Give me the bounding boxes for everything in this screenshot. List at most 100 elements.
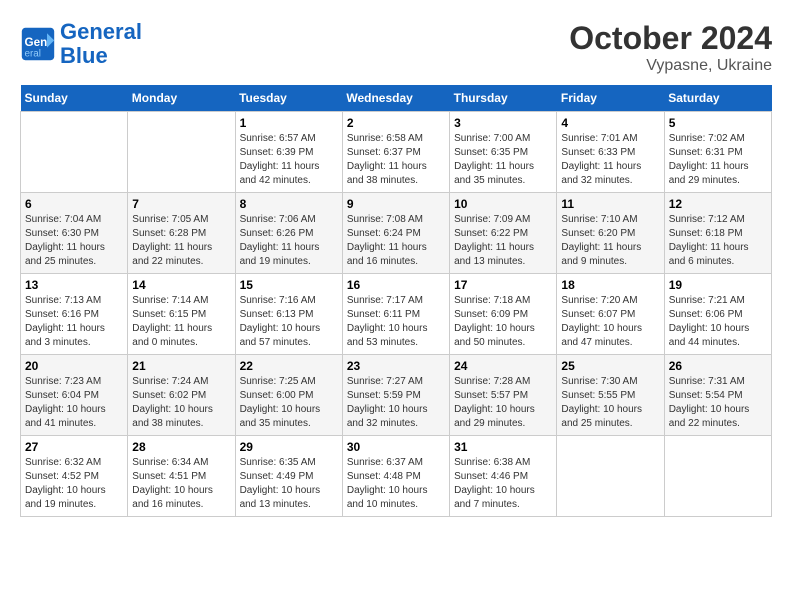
calendar-cell: 30 Sunrise: 6:37 AM Sunset: 4:48 PM Dayli… bbox=[342, 436, 449, 517]
logo-text: General Blue bbox=[60, 20, 142, 68]
weekday-header-row: SundayMondayTuesdayWednesdayThursdayFrid… bbox=[21, 85, 772, 112]
day-number: 2 bbox=[347, 116, 445, 130]
day-detail: Sunrise: 7:12 AM Sunset: 6:18 PM Dayligh… bbox=[669, 213, 767, 269]
calendar-cell: 29 Sunrise: 6:35 AM Sunset: 4:49 PM Dayli… bbox=[235, 436, 342, 517]
weekday-wednesday: Wednesday bbox=[342, 85, 449, 112]
day-number: 14 bbox=[132, 278, 230, 292]
calendar-cell: 4 Sunrise: 7:01 AM Sunset: 6:33 PM Daylig… bbox=[557, 112, 664, 193]
day-number: 31 bbox=[454, 440, 552, 454]
svg-text:eral: eral bbox=[25, 49, 41, 60]
calendar-cell: 1Sunrise: 6:57 AM Sunset: 6:39 PM Daylig… bbox=[235, 112, 342, 193]
calendar-cell: 28Sunrise: 6:34 AM Sunset: 4:51 PM Dayli… bbox=[128, 436, 235, 517]
weekday-saturday: Saturday bbox=[664, 85, 771, 112]
day-number: 4 bbox=[561, 116, 659, 130]
day-detail: Sunrise: 7:04 AM Sunset: 6:30 PM Dayligh… bbox=[25, 213, 123, 269]
day-detail: Sunrise: 7:05 AM Sunset: 6:28 PM Dayligh… bbox=[132, 213, 230, 269]
day-number: 15 bbox=[240, 278, 338, 292]
calendar-cell: 25 Sunrise: 7:30 AM Sunset: 5:55 PM Dayli… bbox=[557, 355, 664, 436]
day-detail: Sunrise: 7:00 AM Sunset: 6:35 PM Dayligh… bbox=[454, 132, 552, 188]
day-number: 18 bbox=[561, 278, 659, 292]
weekday-monday: Monday bbox=[128, 85, 235, 112]
day-detail: Sunrise: 7:17 AM Sunset: 6:11 PM Dayligh… bbox=[347, 294, 445, 350]
day-number: 5 bbox=[669, 116, 767, 130]
day-detail: Sunrise: 7:20 AM Sunset: 6:07 PM Dayligh… bbox=[561, 294, 659, 350]
day-number: 7 bbox=[132, 197, 230, 211]
calendar-cell bbox=[128, 112, 235, 193]
day-detail: Sunrise: 7:06 AM Sunset: 6:26 PM Dayligh… bbox=[240, 213, 338, 269]
week-row-2: 6 Sunrise: 7:04 AM Sunset: 6:30 PM Daylig… bbox=[21, 193, 772, 274]
day-detail: Sunrise: 7:08 AM Sunset: 6:24 PM Dayligh… bbox=[347, 213, 445, 269]
location: Vypasne, Ukraine bbox=[569, 57, 772, 75]
week-row-5: 27Sunrise: 6:32 AM Sunset: 4:52 PM Dayli… bbox=[21, 436, 772, 517]
day-number: 16 bbox=[347, 278, 445, 292]
calendar-cell: 31 Sunrise: 6:38 AM Sunset: 4:46 PM Dayli… bbox=[450, 436, 557, 517]
calendar-cell: 18 Sunrise: 7:20 AM Sunset: 6:07 PM Dayli… bbox=[557, 274, 664, 355]
day-detail: Sunrise: 6:38 AM Sunset: 4:46 PM Dayligh… bbox=[454, 456, 552, 512]
day-number: 19 bbox=[669, 278, 767, 292]
logo-icon: Gen eral bbox=[20, 26, 56, 62]
month-year: October 2024 bbox=[569, 20, 772, 57]
calendar-cell bbox=[664, 436, 771, 517]
calendar-cell: 5Sunrise: 7:02 AM Sunset: 6:31 PM Daylig… bbox=[664, 112, 771, 193]
calendar-cell: 24 Sunrise: 7:28 AM Sunset: 5:57 PM Dayli… bbox=[450, 355, 557, 436]
calendar-cell: 27Sunrise: 6:32 AM Sunset: 4:52 PM Dayli… bbox=[21, 436, 128, 517]
week-row-4: 20 Sunrise: 7:23 AM Sunset: 6:04 PM Dayli… bbox=[21, 355, 772, 436]
day-detail: Sunrise: 7:14 AM Sunset: 6:15 PM Dayligh… bbox=[132, 294, 230, 350]
day-number: 11 bbox=[561, 197, 659, 211]
day-number: 30 bbox=[347, 440, 445, 454]
calendar-cell: 16 Sunrise: 7:17 AM Sunset: 6:11 PM Dayli… bbox=[342, 274, 449, 355]
day-detail: Sunrise: 7:28 AM Sunset: 5:57 PM Dayligh… bbox=[454, 375, 552, 431]
calendar-cell: 6 Sunrise: 7:04 AM Sunset: 6:30 PM Daylig… bbox=[21, 193, 128, 274]
day-number: 22 bbox=[240, 359, 338, 373]
day-number: 10 bbox=[454, 197, 552, 211]
day-detail: Sunrise: 7:09 AM Sunset: 6:22 PM Dayligh… bbox=[454, 213, 552, 269]
week-row-3: 13 Sunrise: 7:13 AM Sunset: 6:16 PM Dayli… bbox=[21, 274, 772, 355]
day-number: 3 bbox=[454, 116, 552, 130]
day-detail: Sunrise: 7:30 AM Sunset: 5:55 PM Dayligh… bbox=[561, 375, 659, 431]
day-number: 13 bbox=[25, 278, 123, 292]
weekday-sunday: Sunday bbox=[21, 85, 128, 112]
day-detail: Sunrise: 6:58 AM Sunset: 6:37 PM Dayligh… bbox=[347, 132, 445, 188]
svg-text:Gen: Gen bbox=[25, 36, 48, 49]
day-number: 12 bbox=[669, 197, 767, 211]
calendar-cell: 15 Sunrise: 7:16 AM Sunset: 6:13 PM Dayli… bbox=[235, 274, 342, 355]
day-number: 29 bbox=[240, 440, 338, 454]
calendar-cell: 21Sunrise: 7:24 AM Sunset: 6:02 PM Dayli… bbox=[128, 355, 235, 436]
day-detail: Sunrise: 7:10 AM Sunset: 6:20 PM Dayligh… bbox=[561, 213, 659, 269]
day-number: 20 bbox=[25, 359, 123, 373]
day-number: 23 bbox=[347, 359, 445, 373]
day-number: 26 bbox=[669, 359, 767, 373]
title-block: October 2024 Vypasne, Ukraine bbox=[569, 20, 772, 75]
day-number: 25 bbox=[561, 359, 659, 373]
calendar-cell: 19 Sunrise: 7:21 AM Sunset: 6:06 PM Dayli… bbox=[664, 274, 771, 355]
day-detail: Sunrise: 7:13 AM Sunset: 6:16 PM Dayligh… bbox=[25, 294, 123, 350]
day-detail: Sunrise: 7:31 AM Sunset: 5:54 PM Dayligh… bbox=[669, 375, 767, 431]
calendar-cell bbox=[21, 112, 128, 193]
calendar-cell: 22Sunrise: 7:25 AM Sunset: 6:00 PM Dayli… bbox=[235, 355, 342, 436]
calendar-cell: 26 Sunrise: 7:31 AM Sunset: 5:54 PM Dayli… bbox=[664, 355, 771, 436]
day-detail: Sunrise: 6:35 AM Sunset: 4:49 PM Dayligh… bbox=[240, 456, 338, 512]
calendar-cell: 8 Sunrise: 7:06 AM Sunset: 6:26 PM Daylig… bbox=[235, 193, 342, 274]
calendar-cell: 9Sunrise: 7:08 AM Sunset: 6:24 PM Daylig… bbox=[342, 193, 449, 274]
day-detail: Sunrise: 7:16 AM Sunset: 6:13 PM Dayligh… bbox=[240, 294, 338, 350]
calendar-cell bbox=[557, 436, 664, 517]
day-detail: Sunrise: 7:21 AM Sunset: 6:06 PM Dayligh… bbox=[669, 294, 767, 350]
day-detail: Sunrise: 7:23 AM Sunset: 6:04 PM Dayligh… bbox=[25, 375, 123, 431]
day-number: 24 bbox=[454, 359, 552, 373]
week-row-1: 1Sunrise: 6:57 AM Sunset: 6:39 PM Daylig… bbox=[21, 112, 772, 193]
weekday-friday: Friday bbox=[557, 85, 664, 112]
calendar-cell: 23Sunrise: 7:27 AM Sunset: 5:59 PM Dayli… bbox=[342, 355, 449, 436]
calendar-cell: 7 Sunrise: 7:05 AM Sunset: 6:28 PM Daylig… bbox=[128, 193, 235, 274]
calendar-table: SundayMondayTuesdayWednesdayThursdayFrid… bbox=[20, 85, 772, 517]
calendar-cell: 11 Sunrise: 7:10 AM Sunset: 6:20 PM Dayli… bbox=[557, 193, 664, 274]
weekday-thursday: Thursday bbox=[450, 85, 557, 112]
day-number: 6 bbox=[25, 197, 123, 211]
calendar-cell: 13 Sunrise: 7:13 AM Sunset: 6:16 PM Dayli… bbox=[21, 274, 128, 355]
day-detail: Sunrise: 7:01 AM Sunset: 6:33 PM Dayligh… bbox=[561, 132, 659, 188]
day-detail: Sunrise: 6:37 AM Sunset: 4:48 PM Dayligh… bbox=[347, 456, 445, 512]
calendar-cell: 17Sunrise: 7:18 AM Sunset: 6:09 PM Dayli… bbox=[450, 274, 557, 355]
day-number: 8 bbox=[240, 197, 338, 211]
calendar-cell: 2 Sunrise: 6:58 AM Sunset: 6:37 PM Daylig… bbox=[342, 112, 449, 193]
calendar-cell: 3 Sunrise: 7:00 AM Sunset: 6:35 PM Daylig… bbox=[450, 112, 557, 193]
day-detail: Sunrise: 6:57 AM Sunset: 6:39 PM Dayligh… bbox=[240, 132, 338, 188]
